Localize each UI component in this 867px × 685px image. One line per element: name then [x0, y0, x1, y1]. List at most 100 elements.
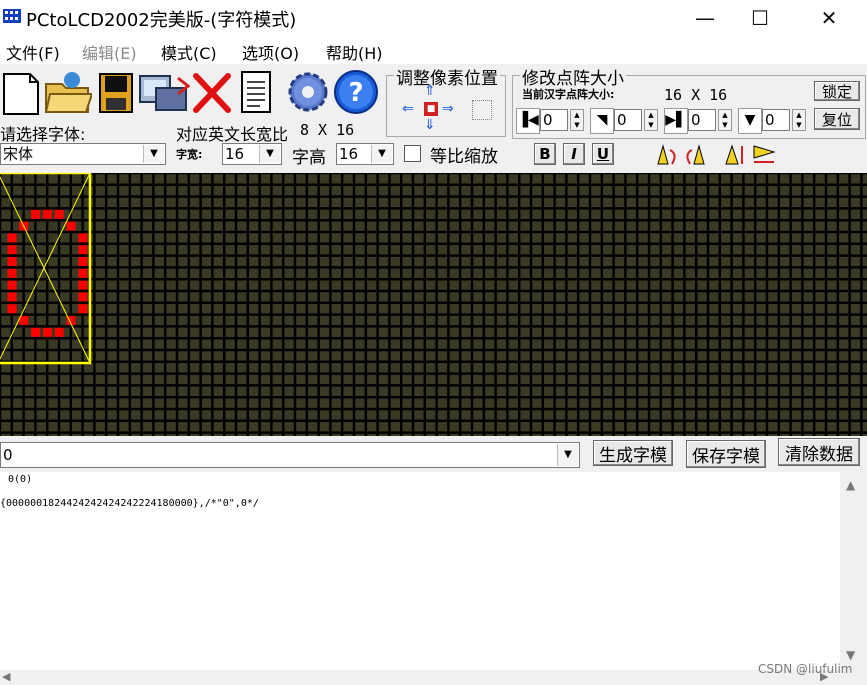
flip-horizontal-icon[interactable]: [750, 142, 778, 168]
proportional-label: 等比缩放: [430, 147, 498, 167]
center-icon[interactable]: ■: [424, 102, 438, 116]
height-select[interactable]: 16 ▼: [336, 143, 394, 165]
new-file-icon[interactable]: [0, 68, 44, 116]
output-line-2: {0000001824424242424242224180000},/*"0",…: [0, 498, 259, 509]
lit-pixel: [7, 268, 17, 278]
save-disk-icon[interactable]: [96, 68, 136, 116]
height-label: 字高: [292, 148, 326, 168]
import-image-icon[interactable]: [138, 68, 190, 116]
ratio-value: 8 X 16: [300, 121, 355, 139]
underline-button[interactable]: U: [592, 143, 614, 165]
clear-data-button[interactable]: 清除数据: [778, 438, 860, 466]
italic-button[interactable]: I: [563, 143, 585, 165]
proportional-checkbox[interactable]: [404, 145, 421, 162]
rotate-right-icon[interactable]: [682, 142, 708, 168]
chevron-down-icon[interactable]: ▼: [371, 145, 392, 163]
ratio-label: 对应英文长宽比: [176, 125, 289, 144]
shrink-right-icon[interactable]: ▶▌: [664, 108, 688, 134]
width-label: 字宽:: [176, 148, 203, 161]
menu-mode[interactable]: 模式(C): [161, 40, 217, 64]
lit-pixel: [7, 304, 17, 314]
top-spinner[interactable]: ▲ ▼: [644, 109, 658, 131]
output-line-1: 0(0): [2, 474, 33, 485]
menu-options[interactable]: 选项(O): [242, 40, 299, 64]
reset-button[interactable]: 复位: [814, 108, 860, 130]
width-select[interactable]: 16 ▼: [222, 143, 282, 165]
close-button[interactable]: ✕: [800, 0, 858, 36]
notepad-icon[interactable]: [238, 68, 274, 116]
left-spinner[interactable]: ▲ ▼: [570, 109, 584, 131]
lit-pixel: [54, 209, 64, 219]
move-up-icon[interactable]: ⇑: [424, 84, 438, 98]
open-folder-icon[interactable]: [44, 68, 92, 116]
shrink-left-icon[interactable]: ▐◀: [516, 108, 540, 134]
height-select-value: 16: [339, 145, 359, 163]
delete-x-icon[interactable]: [190, 68, 234, 116]
width-select-value: 16: [225, 145, 245, 163]
scroll-left-icon[interactable]: ◀: [2, 670, 10, 683]
lit-pixel: [7, 245, 17, 255]
scroll-up-icon[interactable]: ▲: [846, 478, 855, 492]
select-font-label: 请选择字体:: [0, 125, 86, 144]
chevron-down-icon[interactable]: ▼: [557, 444, 578, 466]
lit-pixel: [42, 209, 52, 219]
lit-pixel: [42, 327, 52, 337]
lit-pixel: [7, 280, 17, 290]
left-spin-input[interactable]: 0: [540, 109, 568, 131]
generate-button[interactable]: 生成字模: [593, 440, 673, 466]
lit-pixel: [78, 233, 88, 243]
lit-pixel: [78, 280, 88, 290]
scroll-down-icon[interactable]: ▼: [846, 648, 855, 662]
pixel-preview-icon: [472, 100, 492, 120]
lit-pixel: [78, 304, 88, 314]
current-matrix-value: 16 X 16: [664, 86, 728, 104]
lit-pixel: [78, 245, 88, 255]
horizontal-scrollbar[interactable]: [0, 670, 867, 685]
lit-pixel: [66, 221, 76, 231]
settings-gear-icon[interactable]: [284, 68, 332, 116]
current-matrix-label: 当前汉字点阵大小:: [522, 88, 615, 101]
minimize-button[interactable]: —: [676, 0, 734, 36]
menu-file[interactable]: 文件(F): [6, 40, 60, 64]
char-input[interactable]: 0 ▼: [0, 442, 580, 468]
bottom-spinner[interactable]: ▲ ▼: [792, 109, 806, 131]
watermark-text: CSDN @liufulim: [758, 662, 853, 676]
lit-pixel: [31, 209, 41, 219]
lit-pixel: [7, 292, 17, 302]
right-spinner[interactable]: ▲ ▼: [718, 109, 732, 131]
shrink-bottom-icon[interactable]: ▼: [738, 108, 762, 134]
lit-pixel: [7, 233, 17, 243]
maximize-button[interactable]: ☐: [731, 0, 789, 36]
right-spin-input[interactable]: 0: [688, 109, 716, 131]
svg-text:?: ?: [348, 78, 363, 108]
lit-pixel: [78, 292, 88, 302]
move-left-icon[interactable]: ⇐: [402, 102, 418, 116]
app-icon: [3, 9, 21, 23]
pixel-adjust-title: 调整像素位置: [394, 64, 500, 89]
chevron-down-icon[interactable]: ▼: [143, 145, 164, 163]
lit-pixel: [31, 327, 41, 337]
lit-pixel: [7, 257, 17, 266]
menu-edit[interactable]: 编辑(E): [82, 40, 137, 64]
menu-help[interactable]: 帮助(H): [326, 40, 383, 64]
lit-pixel: [78, 257, 88, 266]
chevron-down-icon[interactable]: ▼: [259, 145, 280, 163]
save-font-button[interactable]: 保存字模: [686, 440, 766, 468]
bold-button[interactable]: B: [534, 143, 556, 165]
lock-button[interactable]: 锁定: [814, 81, 860, 101]
vertical-scrollbar[interactable]: [840, 472, 867, 670]
dot-matrix-canvas[interactable]: [0, 173, 867, 436]
move-right-icon[interactable]: ⇒: [442, 102, 458, 116]
char-input-value: 0: [3, 446, 13, 464]
bottom-spin-input[interactable]: 0: [762, 109, 790, 131]
font-select[interactable]: 宋体 ▼: [0, 143, 166, 165]
flip-vertical-icon[interactable]: [722, 142, 748, 168]
font-select-value: 宋体: [3, 145, 34, 163]
window-title: PCtoLCD2002完美版-(字符模式): [26, 10, 297, 31]
move-down-icon[interactable]: ⇓: [424, 118, 438, 132]
top-spin-input[interactable]: 0: [614, 109, 642, 131]
shrink-top-icon[interactable]: ◥: [590, 108, 614, 134]
rotate-left-icon[interactable]: [654, 142, 680, 168]
lit-pixel: [54, 327, 64, 337]
help-question-icon[interactable]: ?: [332, 68, 380, 116]
